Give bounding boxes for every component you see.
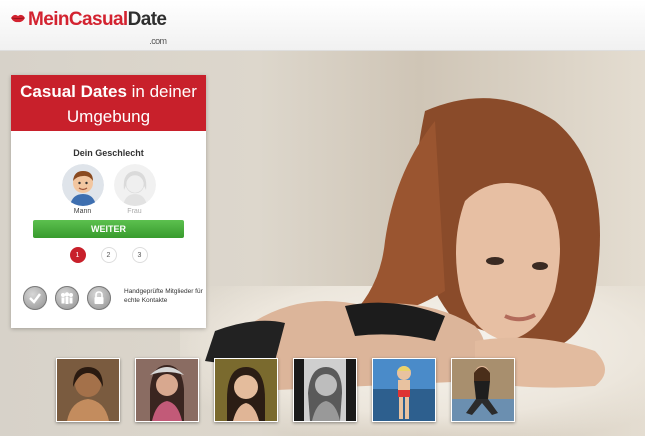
profile-thumbnail-5[interactable]: [372, 358, 436, 422]
gender-option-mann[interactable]: Mann: [61, 164, 104, 215]
logo-casual: Casual: [68, 9, 128, 30]
step-1[interactable]: 1: [69, 247, 86, 263]
signup-panel: Casual Dates in deiner Umgebung Dein Ges…: [11, 75, 206, 328]
lock-icon: [87, 286, 111, 310]
weiter-button[interactable]: WEITER: [33, 220, 184, 238]
gender-label-frau: Frau: [127, 208, 142, 215]
logo-date: Date: [127, 9, 167, 30]
profile-thumbnail-4[interactable]: [293, 358, 357, 422]
logo-text: MeinCasualDate .com: [28, 9, 167, 46]
feature-icons: [23, 286, 111, 310]
step-2[interactable]: 2: [100, 247, 117, 263]
profile-thumbnail-6[interactable]: [451, 358, 515, 422]
profile-thumbnail-2[interactable]: [135, 358, 199, 422]
logo-mein: Mein: [28, 9, 69, 30]
check-icon: [23, 286, 47, 310]
gender-label-mann: Mann: [73, 208, 92, 215]
profile-photo-1: [57, 359, 119, 421]
profile-photo-4: [294, 359, 356, 421]
features-text: Handgeprüfte Mitglieder für echte Kontak…: [124, 288, 203, 304]
profile-photo-6: [452, 359, 514, 421]
male-avatar-icon: [61, 164, 104, 206]
group-icon: [55, 286, 79, 310]
profile-photo-5: [373, 359, 435, 421]
logo[interactable]: MeinCasualDate .com: [10, 9, 167, 46]
profile-thumbnails: [56, 358, 515, 422]
step-3[interactable]: 3: [131, 247, 148, 263]
profile-thumbnail-1[interactable]: [56, 358, 120, 422]
gender-option-frau[interactable]: Frau: [113, 164, 156, 215]
panel-title: Casual Dates in deiner Umgebung: [11, 75, 206, 131]
profile-photo-2: [136, 359, 198, 421]
header: MeinCasualDate .com: [0, 0, 645, 51]
step-indicator: 1 2 3: [11, 247, 206, 263]
gender-title: Dein Geschlecht: [73, 148, 144, 158]
panel-title-bold: Casual Dates: [20, 82, 127, 101]
gender-selector: Mann Frau: [11, 164, 206, 215]
logo-com: .com: [149, 36, 167, 46]
hero-photo: [205, 98, 605, 391]
lips-icon: [11, 14, 25, 23]
profile-photo-3: [215, 359, 277, 421]
female-avatar-icon: [113, 164, 156, 206]
profile-thumbnail-3[interactable]: [214, 358, 278, 422]
